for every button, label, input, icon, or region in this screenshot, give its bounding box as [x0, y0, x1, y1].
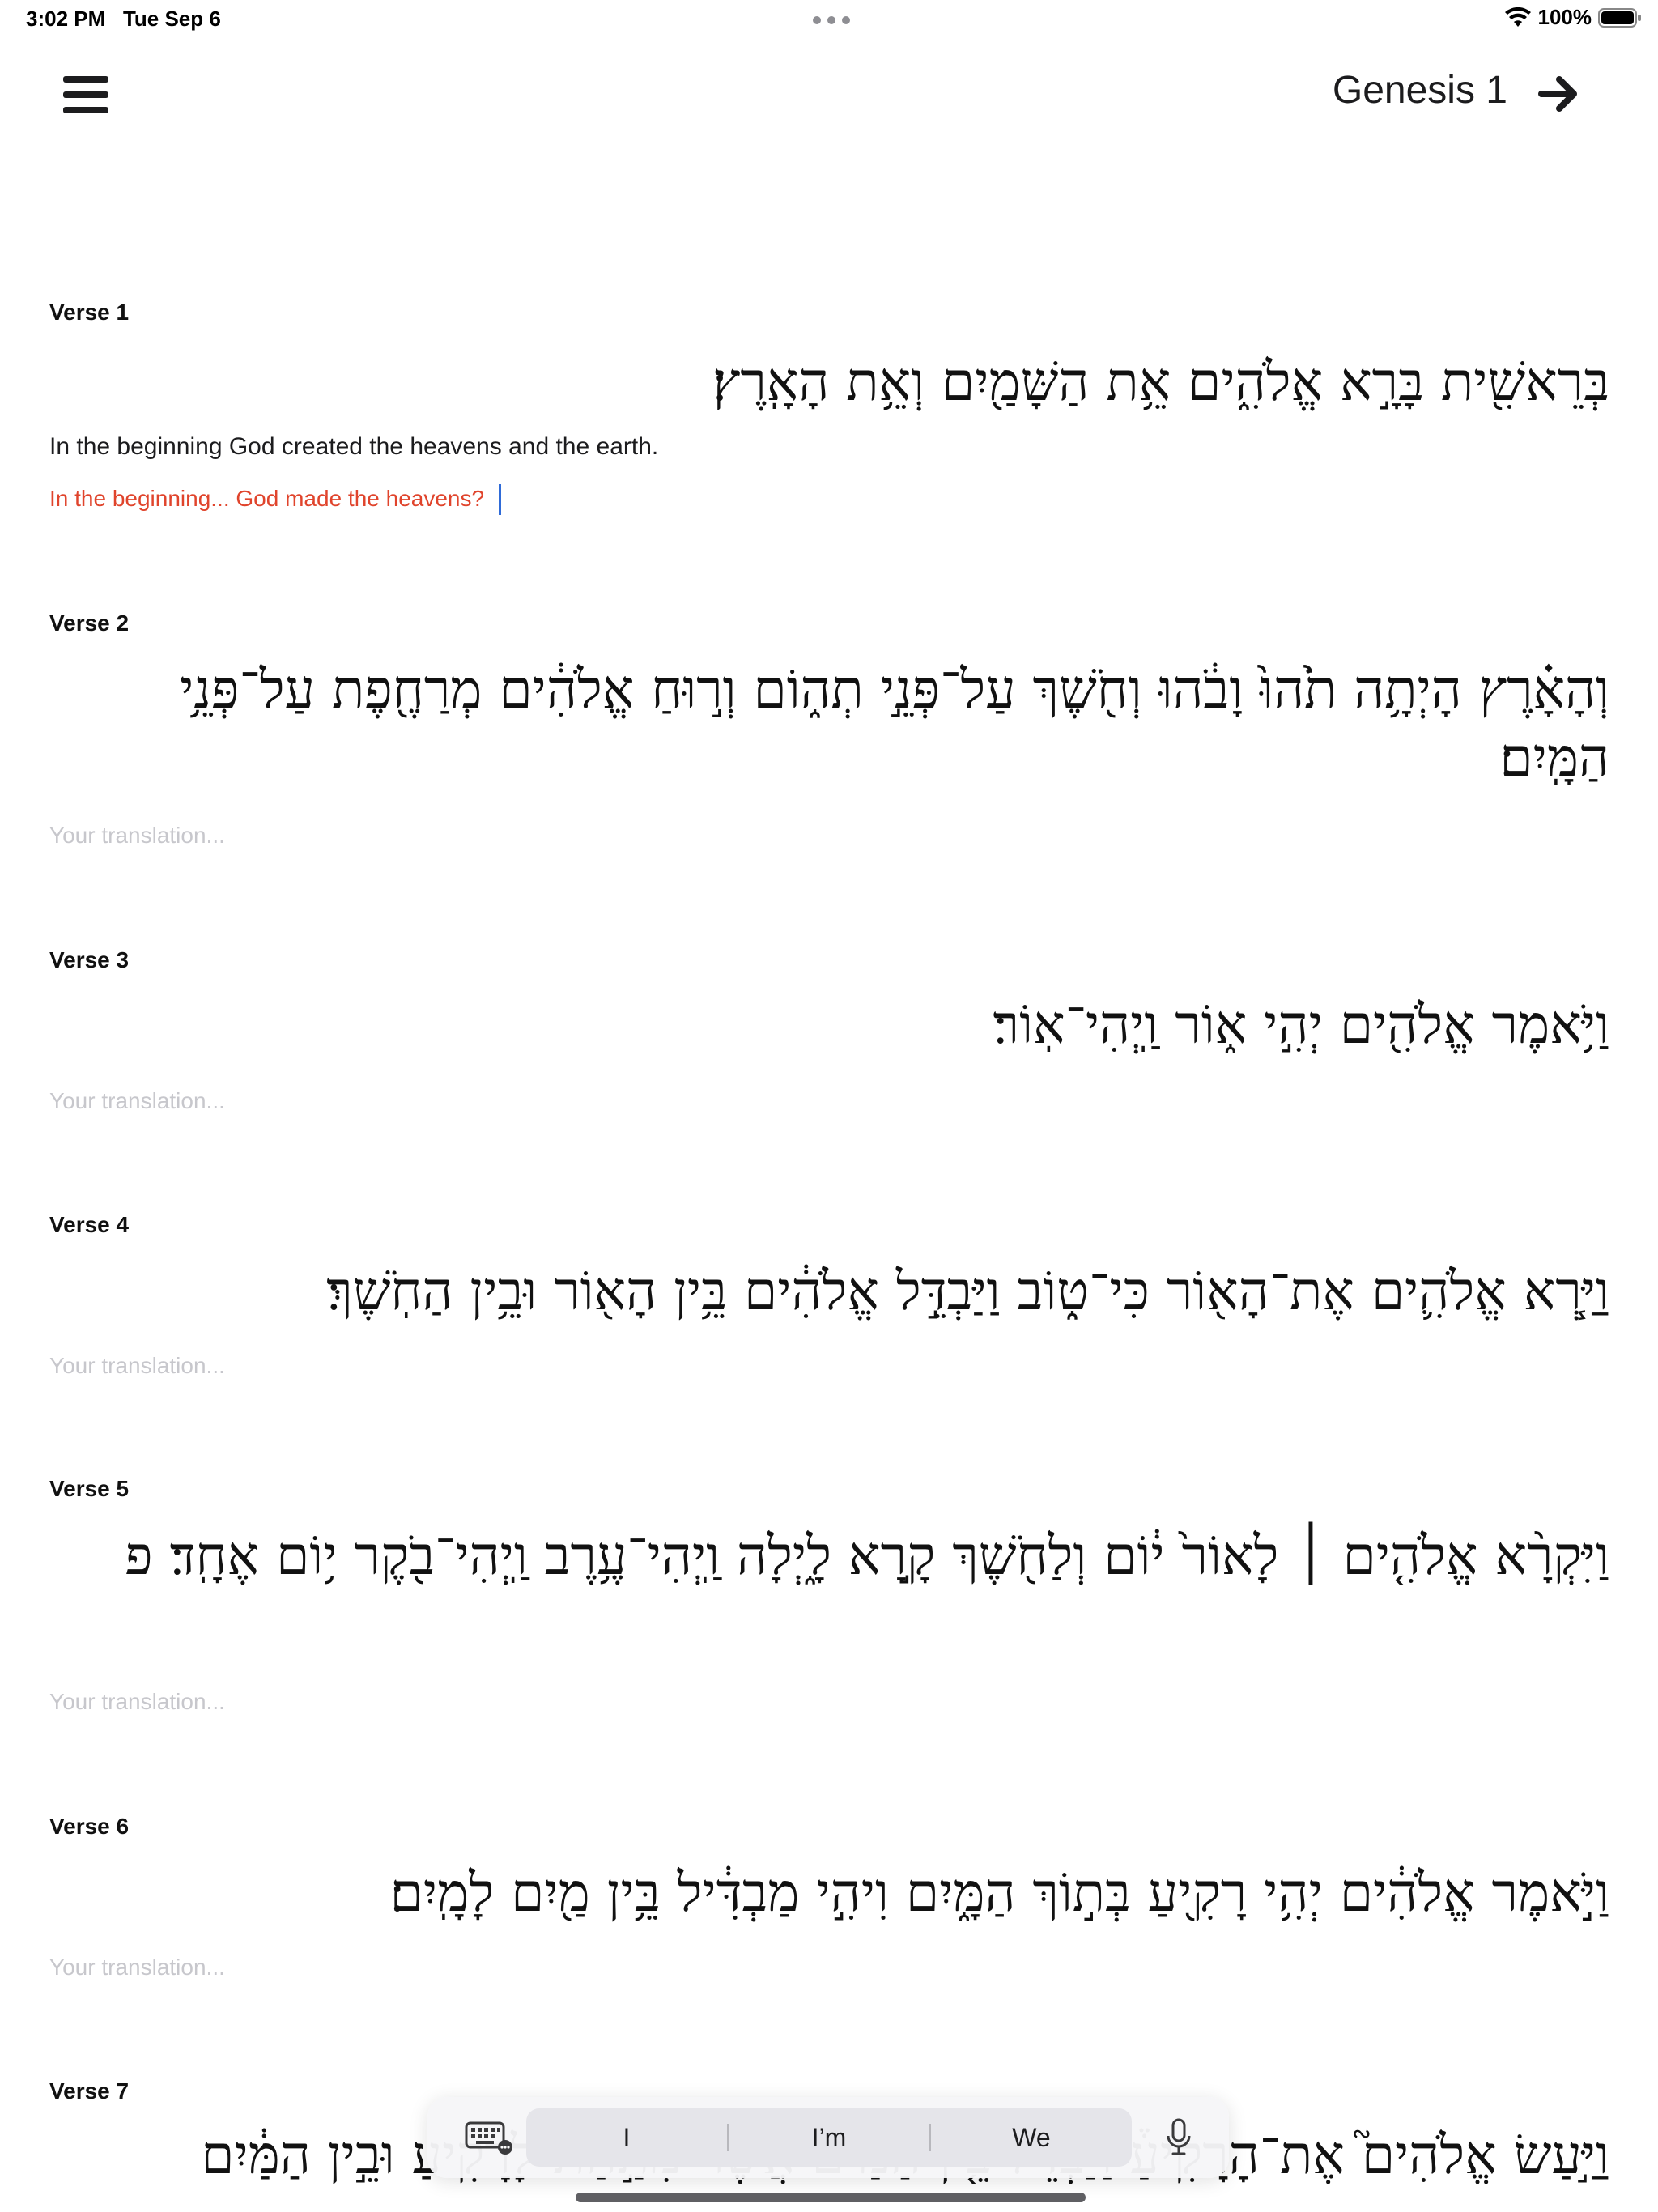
verse-label: Verse 2 — [49, 610, 130, 636]
translation-input[interactable] — [49, 486, 778, 512]
verse-label: Verse 1 — [49, 300, 130, 325]
status-bar: 3:02 PM Tue Sep 6 100% — [0, 0, 1658, 40]
translation-input[interactable] — [49, 1353, 778, 1379]
suggestion-2[interactable]: I’m — [729, 2123, 929, 2153]
multitasking-dots-icon[interactable] — [813, 16, 850, 24]
keyboard-suggestion-bar: I I’m We — [427, 2097, 1229, 2178]
status-clock: 3:02 PM — [26, 6, 106, 31]
verse-hebrew-text: וַיֹּ֥אמֶר אֱלֹהִ֖ים יְהִ֣י א֑וֹר וַֽיְה… — [993, 993, 1609, 1056]
arrow-right-icon — [1538, 76, 1577, 112]
battery-percentage: 100% — [1537, 5, 1592, 29]
translation-input[interactable] — [49, 1689, 778, 1715]
translation-input[interactable] — [49, 1955, 778, 1980]
verse-hebrew-text: וַיִּקְרָ֨א אֱלֹהִ֤ים ׀ לָאוֹר֙ י֔וֹם וְ… — [125, 1525, 1609, 1587]
next-chapter-button[interactable] — [1538, 73, 1580, 115]
navigation-bar: Genesis 1 — [0, 49, 1658, 138]
verse-label: Verse 6 — [49, 1814, 130, 1839]
dictation-button[interactable] — [1164, 2118, 1193, 2157]
status-indicators: 100% — [1504, 5, 1643, 30]
menu-button[interactable] — [63, 76, 108, 113]
translation-input[interactable] — [49, 1088, 778, 1114]
predictive-suggestions: I I’m We — [526, 2108, 1132, 2167]
verse-label: Verse 5 — [49, 1476, 130, 1501]
verse-label: Verse 7 — [49, 2078, 130, 2104]
suggestion-3[interactable]: We — [931, 2123, 1132, 2153]
text-cursor — [499, 484, 501, 515]
home-indicator[interactable] — [576, 2193, 1086, 2202]
verse-hebrew-text: וַיַּ֧רְא אֱלֹהִ֛ים אֶת־הָא֖וֹר כִּי־ט֑ו… — [326, 1260, 1609, 1322]
verse-hebrew-text: וַיֹּ֣אמֶר אֱלֹהִ֔ים יְהִ֥י רָקִ֖יעַ בְּ… — [389, 1861, 1609, 1924]
show-keyboard-button[interactable] — [465, 2120, 513, 2155]
chapter-title: Genesis 1 — [1332, 69, 1507, 112]
verse-hebrew-text: וְהָאָ֗רֶץ הָיְתָ֥ה תֹ֙הוּ֙ וָבֹ֔הוּ וְח… — [180, 658, 1609, 789]
status-date: Tue Sep 6 — [122, 6, 221, 31]
battery-icon — [1598, 7, 1641, 28]
verse-hebrew-text: בְּרֵאשִׁ֖ית בָּרָ֣א אֱלֹהִ֑ים אֵ֥ת הַשָ… — [712, 351, 1609, 413]
suggestion-1[interactable]: I — [526, 2123, 727, 2153]
verse-english-text: In the beginning God created the heavens… — [49, 433, 659, 460]
wifi-icon — [1504, 6, 1531, 27]
verse-label: Verse 4 — [49, 1212, 130, 1237]
status-time: 3:02 PM Tue Sep 6 — [26, 6, 221, 32]
translation-input[interactable] — [49, 823, 778, 849]
hamburger-menu-icon — [63, 76, 108, 113]
keyboard-icon — [465, 2121, 512, 2155]
microphone-icon — [1167, 2118, 1191, 2155]
verse-label: Verse 3 — [49, 947, 130, 972]
